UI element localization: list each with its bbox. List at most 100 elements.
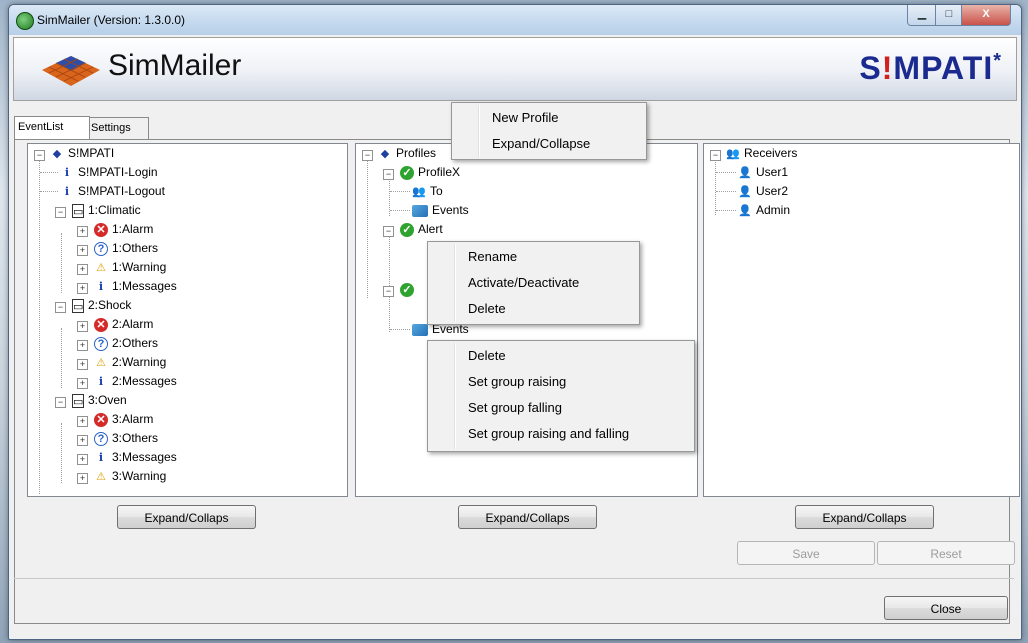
tree-item-3-messages[interactable]: i 3:Messages [94,448,177,467]
tab-eventlist[interactable]: EventList [14,116,90,139]
events-mail-icon [412,204,428,217]
tree-item-2-others[interactable]: ? 2:Others [94,334,158,353]
warning-icon: ⚠ [96,470,106,483]
tree-label: S!MPATI-Logout [78,184,165,198]
menu-item-rename[interactable]: Rename [428,244,639,270]
receivers-icon: 👥 [412,185,426,198]
tree-label: 1:Climatic [88,203,141,217]
expand-toggle[interactable]: + [77,321,88,332]
expand-toggle[interactable]: + [77,473,88,484]
question-icon: ? [94,241,108,256]
tree-item-1-others[interactable]: ? 1:Others [94,239,158,258]
tree-item-events[interactable]: Events [412,201,469,220]
brand-part-star: * [993,50,1002,72]
menu-item-activate-deactivate[interactable]: Activate/Deactivate [428,270,639,296]
menu-item-set-group-raising-and-falling[interactable]: Set group raising and falling [428,421,694,447]
events-tree-panel[interactable]: − ◆ S!MPATI i S!MPATI-Login i S!MPATI-Logou… [27,143,348,497]
maximize-button[interactable]: □ [935,5,963,26]
collapse-toggle[interactable]: − [55,397,66,408]
collapse-toggle[interactable]: − [383,286,394,297]
tab-settings[interactable]: Settings [87,117,149,139]
info-icon: i [64,184,70,198]
tree-line [40,172,58,173]
tree-label: User1 [756,165,789,179]
tree-item-1-alarm[interactable]: ✕ 1:Alarm [94,220,153,239]
tree-line [715,158,716,215]
collapse-toggle[interactable]: − [362,150,373,161]
menu-item-delete-event[interactable]: Delete [428,343,694,369]
title-bar[interactable]: SimMailer (Version: 1.3.0.0) ▁ □ X [9,5,1021,35]
collapse-toggle[interactable]: − [710,150,721,161]
tree-label: 2:Warning [112,355,167,369]
save-button[interactable]: Save [737,541,875,565]
tree-label: S!MPATI-Login [78,165,158,179]
info-icon: i [64,165,70,179]
tree-item-2-warning[interactable]: ⚠ 2:Warning [94,353,166,372]
expand-toggle[interactable]: + [77,359,88,370]
tree-root-receivers[interactable]: 👥 Receivers [726,144,797,163]
profile-context-menu: Rename Activate/Deactivate Delete [427,241,640,325]
expand-toggle[interactable]: + [77,416,88,427]
tree-item-user2[interactable]: 👤 User2 [738,182,788,201]
tree-item-3-warning[interactable]: ⚠ 3:Warning [94,467,166,486]
menu-item-delete-profile[interactable]: Delete [428,296,639,322]
close-button[interactable]: Close [884,596,1008,620]
collapse-toggle[interactable]: − [55,207,66,218]
expand-collapse-receivers-button[interactable]: Expand/Collaps [795,505,934,529]
tree-group-oven[interactable]: ▭ 3:Oven [72,391,127,410]
receivers-tree-panel[interactable]: − 👥 Receivers 👤 User1 👤 User2 👤 Admin [703,143,1020,497]
tree-profile-alert[interactable]: ✓ Alert [400,220,443,239]
tree-label: S!MPATI [68,146,115,160]
simpati-diamond-icon: ◆ [52,147,62,160]
app-name: SimMailer [108,49,242,82]
brand-part-s: S [859,50,882,86]
collapse-toggle[interactable]: − [55,302,66,313]
collapse-toggle[interactable]: − [34,150,45,161]
menu-item-new-profile[interactable]: New Profile [452,105,646,131]
tree-label: Events [432,203,469,217]
expand-toggle[interactable]: + [77,435,88,446]
tree-item-login[interactable]: i S!MPATI-Login [60,163,158,182]
tree-item-logout[interactable]: i S!MPATI-Logout [60,182,165,201]
error-icon: ✕ [94,222,108,237]
collapse-toggle[interactable]: − [383,226,394,237]
expand-toggle[interactable]: + [77,245,88,256]
menu-item-set-group-raising[interactable]: Set group raising [428,369,694,395]
reset-button[interactable]: Reset [877,541,1015,565]
tree-item-3-alarm[interactable]: ✕ 3:Alarm [94,410,153,429]
expand-toggle[interactable]: + [77,340,88,351]
receivers-icon: 👥 [726,147,740,160]
menu-item-expand-collapse[interactable]: Expand/Collapse [452,131,646,157]
expand-toggle[interactable]: + [77,378,88,389]
expand-toggle[interactable]: + [77,264,88,275]
tree-group-shock[interactable]: ▭ 2:Shock [72,296,131,315]
expand-collapse-profiles-button[interactable]: Expand/Collaps [458,505,597,529]
collapse-toggle[interactable]: − [383,169,394,180]
tree-item-1-warning[interactable]: ⚠ 1:Warning [94,258,166,277]
minimize-button[interactable]: ▁ [907,5,937,26]
expand-toggle[interactable]: + [77,226,88,237]
tree-item-to[interactable]: 👥 To [412,182,443,201]
tree-item-1-messages[interactable]: i 1:Messages [94,277,177,296]
tree-label: 2:Alarm [112,317,154,331]
expand-toggle[interactable]: + [77,454,88,465]
tree-item-user1[interactable]: 👤 User1 [738,163,788,182]
tree-item-2-messages[interactable]: i 2:Messages [94,372,177,391]
tree-item-admin[interactable]: 👤 Admin [738,201,790,220]
info-icon: i [98,374,104,388]
tree-item-3-others[interactable]: ? 3:Others [94,429,158,448]
tree-item-2-alarm[interactable]: ✕ 2:Alarm [94,315,153,334]
tree-line [716,191,736,192]
tree-root-profiles[interactable]: ◆ Profiles [378,144,436,163]
tree-profile-third[interactable]: ✓ [400,280,418,299]
tree-group-climatic[interactable]: ▭ 1:Climatic [72,201,141,220]
window-close-button[interactable]: X [961,5,1011,26]
expand-toggle[interactable]: + [77,283,88,294]
tree-profile-profilex[interactable]: ✓ ProfileX [400,163,460,182]
expand-collapse-events-button[interactable]: Expand/Collaps [117,505,256,529]
active-check-icon: ✓ [400,165,414,180]
tree-root-simpati[interactable]: ◆ S!MPATI [50,144,114,163]
simpati-diamond-icon: ◆ [380,147,390,160]
menu-item-set-group-falling[interactable]: Set group falling [428,395,694,421]
events-mail-icon [412,323,428,336]
